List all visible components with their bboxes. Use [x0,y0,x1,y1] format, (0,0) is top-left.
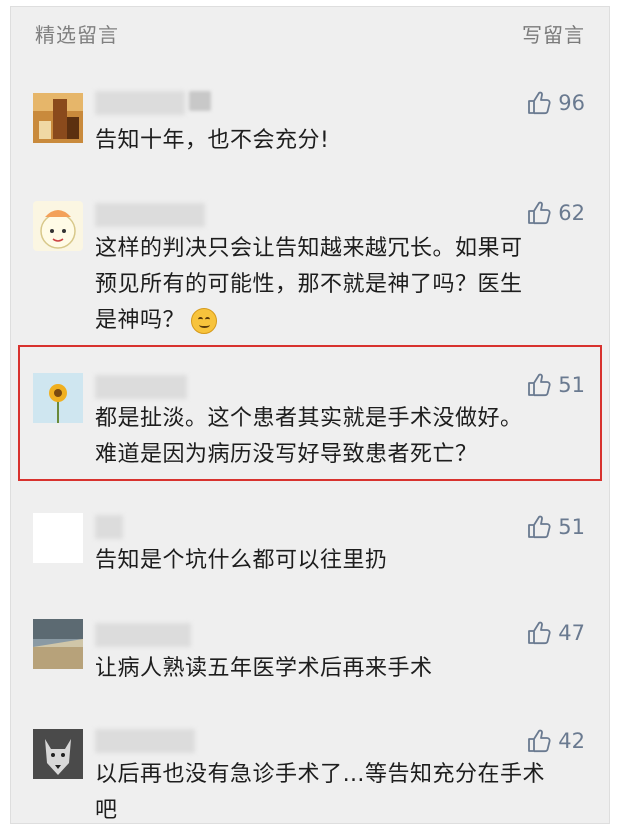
thumbs-up-icon [528,621,551,645]
like-count: 96 [558,91,585,115]
nickname-blurred [95,623,191,647]
comment-line: 以后再也没有急诊手术了…等告知充分在手术 [95,762,546,787]
comment-line-with-emoji: 是神吗？ [95,303,579,339]
avatar[interactable] [33,619,83,669]
comment-line: 这样的判决只会让告知越来越冗长。如果可 [95,236,523,261]
nickname-blurred [95,375,187,399]
like-count: 62 [558,201,585,225]
nickname-blurred [95,91,185,115]
comments-panel: 精选留言 写留言 96 告知十年，也不会充分! 62 这样的判决只会让告知越来越… [10,6,610,824]
like-button[interactable]: 51 [526,513,585,541]
comment-line: 吧 [95,798,118,823]
comment-text: 这样的判决只会让告知越来越冗长。如果可 预见所有的可能性，那不就是神了吗？医生 … [95,231,579,339]
avatar[interactable] [33,201,83,251]
avatar[interactable] [33,729,83,779]
nickname-blurred [95,203,205,227]
comment-line: 预见所有的可能性，那不就是神了吗？医生 [95,272,523,297]
avatar[interactable] [33,513,83,563]
comments-header: 精选留言 写留言 [11,7,609,55]
thumbs-up-icon [528,201,551,225]
like-button[interactable]: 47 [526,619,585,647]
comment-text: 以后再也没有急诊手术了…等告知充分在手术 吧 [95,757,579,823]
nickname-tail-blurred [189,91,211,111]
like-count: 47 [558,621,585,645]
smile-emoji-icon [191,308,218,334]
thumbs-up-icon [528,91,551,115]
comment-text: 都是扯淡。这个患者其实就是手术没做好。 难道是因为病历没写好导致患者死亡？ [95,401,579,473]
comment-line: 难道是因为病历没写好导致患者死亡？ [95,442,478,467]
comment-text: 告知是个坑什么都可以往里扔 [95,543,579,579]
section-title: 精选留言 [35,23,119,47]
comment-line: 是神吗？ [95,308,186,333]
thumbs-up-icon [528,515,551,539]
comment-line: 都是扯淡。这个患者其实就是手术没做好。 [95,406,523,431]
comment-line: 告知十年，也不会充分! [95,128,330,153]
avatar[interactable] [33,93,83,143]
write-comment-button[interactable]: 写留言 [522,19,585,48]
thumbs-up-icon [528,729,551,753]
nickname-blurred [95,515,123,539]
comment-text: 告知十年，也不会充分! [95,123,579,159]
like-button[interactable]: 51 [526,371,585,399]
like-count: 42 [558,729,585,753]
like-count: 51 [558,373,585,397]
nickname-blurred [95,729,195,753]
like-button[interactable]: 42 [526,727,585,755]
like-count: 51 [558,515,585,539]
like-button[interactable]: 62 [526,199,585,227]
like-button[interactable]: 96 [526,89,585,117]
avatar[interactable] [33,373,83,423]
thumbs-up-icon [528,373,551,397]
comment-line: 让病人熟读五年医学术后再来手术 [95,656,433,681]
comment-text: 让病人熟读五年医学术后再来手术 [95,651,579,687]
comment-line: 告知是个坑什么都可以往里扔 [95,548,388,573]
